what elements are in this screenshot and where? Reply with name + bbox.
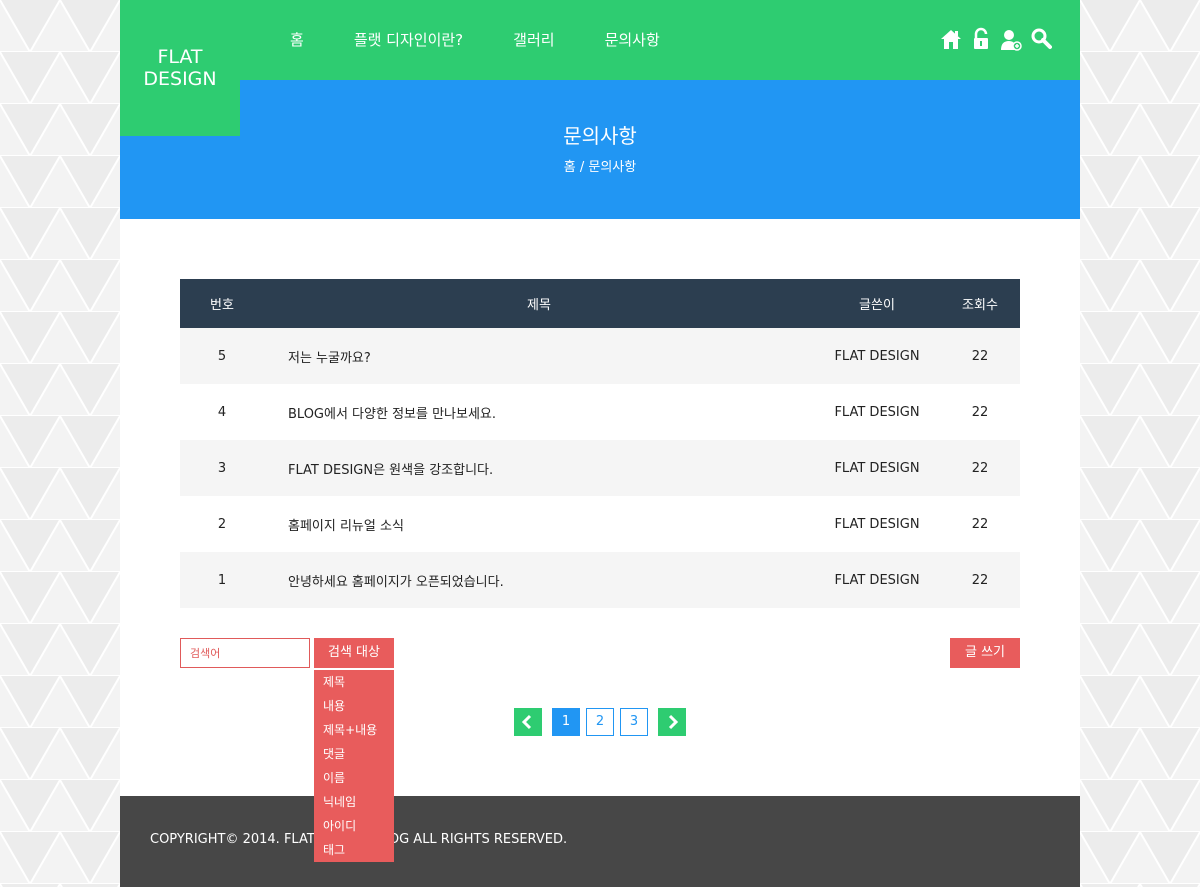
nav-item-gallery[interactable]: 갤러리: [488, 0, 579, 80]
logo-line-2: DESIGN: [143, 68, 217, 90]
logo-line-1: FLAT: [157, 46, 203, 68]
page-number-button[interactable]: 3: [620, 708, 648, 736]
board-table-wrapper: 번호 제목 글쓴이 조회수 5 저는 누굴까요? FLAT DESIGN 22 …: [180, 279, 1020, 608]
row-number: 1: [217, 572, 227, 588]
top-navigation-bar: 홈 플랫 디자인이란? 갤러리 문의사항: [120, 0, 1080, 80]
chevron-right-icon: [668, 714, 679, 730]
dropdown-option-name[interactable]: 이름: [314, 766, 394, 790]
table-row[interactable]: 3 FLAT DESIGN은 원색을 강조합니다. FLAT DESIGN 22: [180, 440, 1020, 496]
column-header-title: 제목: [527, 298, 551, 313]
dropdown-option-user-id[interactable]: 아이디: [314, 814, 394, 838]
table-header-row: 번호 제목 글쓴이 조회수: [180, 279, 1020, 328]
dropdown-option-content[interactable]: 내용: [314, 694, 394, 718]
row-author: FLAT DESIGN: [834, 348, 920, 364]
dropdown-option-title[interactable]: 제목: [314, 670, 394, 694]
breadcrumb: 홈 / 문의사항: [563, 160, 637, 175]
row-title-link[interactable]: FLAT DESIGN은 원색을 강조합니다.: [264, 440, 814, 496]
dropdown-option-comment[interactable]: 댓글: [314, 742, 394, 766]
table-row[interactable]: 5 저는 누굴까요? FLAT DESIGN 22: [180, 328, 1020, 384]
next-page-button[interactable]: [658, 708, 686, 736]
row-author: FLAT DESIGN: [834, 460, 920, 476]
row-views: 22: [971, 572, 989, 588]
row-author: FLAT DESIGN: [834, 572, 920, 588]
row-title-link[interactable]: 홈페이지 리뉴얼 소식: [264, 496, 814, 552]
table-row[interactable]: 4 BLOG에서 다양한 정보를 만나보세요. FLAT DESIGN 22: [180, 384, 1020, 440]
row-title-link[interactable]: 안녕하세요 홈페이지가 오픈되었습니다.: [264, 552, 814, 608]
row-number: 3: [217, 460, 227, 476]
site-logo[interactable]: FLAT DESIGN: [120, 0, 240, 136]
page-number-button[interactable]: 1: [552, 708, 580, 736]
search-target-dropdown: 제목 내용 제목+내용 댓글 이름 닉네임 아이디 태그: [314, 670, 394, 862]
header-icon-group: [940, 26, 1052, 52]
search-icon[interactable]: [1030, 26, 1052, 52]
row-author: FLAT DESIGN: [834, 516, 920, 532]
page-number-button[interactable]: 2: [586, 708, 614, 736]
row-title-link[interactable]: 저는 누굴까요?: [264, 328, 814, 384]
row-title-link[interactable]: BLOG에서 다양한 정보를 만나보세요.: [264, 384, 814, 440]
nav-item-inquiry[interactable]: 문의사항: [580, 0, 685, 80]
nav-item-about-flat-design[interactable]: 플랫 디자인이란?: [329, 0, 488, 80]
row-views: 22: [971, 516, 989, 532]
dropdown-option-tag[interactable]: 태그: [314, 838, 394, 862]
page-hero: 문의사항 홈 / 문의사항: [120, 80, 1080, 219]
table-row[interactable]: 2 홈페이지 리뉴얼 소식 FLAT DESIGN 22: [180, 496, 1020, 552]
row-views: 22: [971, 348, 989, 364]
row-number: 5: [217, 348, 227, 364]
nav-item-home[interactable]: 홈: [240, 0, 329, 80]
table-row[interactable]: 1 안녕하세요 홈페이지가 오픈되었습니다. FLAT DESIGN 22: [180, 552, 1020, 608]
site-footer: COPYRIGHT© 2014. FLAT DESIGN BLOG ALL RI…: [120, 796, 1080, 887]
dropdown-option-nickname[interactable]: 닉네임: [314, 790, 394, 814]
row-views: 22: [971, 404, 989, 420]
user-add-icon[interactable]: [1000, 26, 1022, 52]
page-title: 문의사항: [563, 124, 637, 148]
prev-page-button[interactable]: [514, 708, 542, 736]
write-post-button[interactable]: 글 쓰기: [950, 638, 1020, 668]
unlock-icon[interactable]: [970, 26, 992, 52]
page-container: 홈 플랫 디자인이란? 갤러리 문의사항 FLAT DESIGN 문의사항 홈 …: [120, 0, 1080, 887]
search-target-select[interactable]: 검색 대상: [314, 638, 394, 668]
row-number: 2: [217, 516, 227, 532]
row-author: FLAT DESIGN: [834, 404, 920, 420]
column-header-number: 번호: [210, 298, 234, 313]
row-views: 22: [971, 460, 989, 476]
pagination: 1 2 3: [514, 708, 686, 736]
chevron-left-icon: [521, 714, 532, 730]
row-number: 4: [217, 404, 227, 420]
home-icon[interactable]: [940, 26, 962, 52]
column-header-views: 조회수: [962, 298, 998, 313]
dropdown-option-title-content[interactable]: 제목+내용: [314, 718, 394, 742]
board-table: 번호 제목 글쓴이 조회수 5 저는 누굴까요? FLAT DESIGN 22 …: [180, 279, 1020, 608]
main-nav: 홈 플랫 디자인이란? 갤러리 문의사항: [240, 0, 685, 80]
column-header-author: 글쓴이: [859, 298, 895, 313]
search-input[interactable]: [180, 638, 310, 668]
